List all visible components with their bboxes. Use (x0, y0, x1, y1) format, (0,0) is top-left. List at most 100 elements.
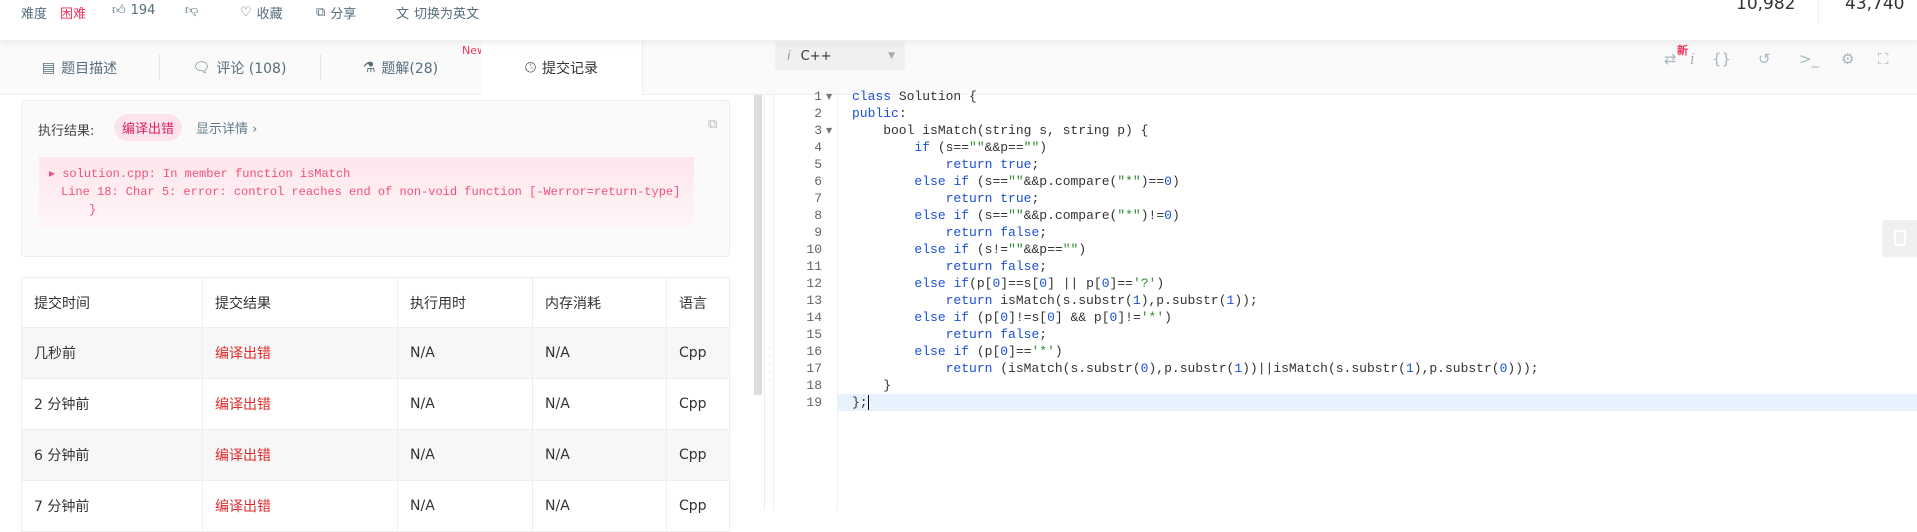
code-line[interactable]: bool isMatch(string s, string p) { (852, 122, 1148, 139)
code-line[interactable]: public: (852, 105, 907, 122)
tab-comments[interactable]: 🗨︎ 评论 (108) (159, 40, 320, 95)
code-line[interactable]: else if (s!=""&&p=="") (852, 241, 1086, 258)
table-row[interactable]: 2 分钟前 编译出错 N/A N/A Cpp (21, 378, 730, 430)
left-tabs: ▤ 题目描述 🗨︎ 评论 (108) ⚗︎ 题解(28) New 🕓︎ 提交记录 (0, 40, 774, 96)
line-number: 16 (806, 344, 822, 359)
scrollbar[interactable] (754, 95, 762, 395)
language-value: C++ (800, 48, 832, 64)
line-number: 17 (806, 361, 822, 376)
code-line[interactable]: return false; (852, 224, 1047, 241)
braces-icon[interactable]: {} (1712, 50, 1731, 68)
editor-toolbar: i C++ ▼ ⇄ 新 i {} ↺ >_ ⚙ ⛶ (774, 40, 1917, 95)
line-number: 3 (814, 123, 822, 138)
line-number: 12 (806, 276, 822, 291)
code-line[interactable]: return false; (852, 258, 1047, 275)
dislike-button[interactable]: 👎︎ (185, 3, 198, 18)
like-button[interactable]: 👍︎ 194 (112, 3, 155, 18)
collect-button[interactable]: ♡ 收藏 (240, 3, 283, 22)
table-row[interactable]: 7 分钟前 编译出错 N/A N/A Cpp (21, 480, 730, 532)
code-line[interactable]: return (isMatch(s.substr(0),p.substr(1))… (852, 360, 1539, 377)
difficulty-label: 难度 (21, 7, 48, 22)
cell-runtime: N/A (397, 378, 533, 430)
cell-result[interactable]: 编译出错 (202, 327, 398, 379)
error-output: ▸ solution.cpp: In member function isMat… (39, 157, 694, 227)
difficulty: 难度 困难 (21, 3, 86, 22)
line-number: 18 (806, 378, 822, 393)
code-line[interactable]: return isMatch(s.substr(1),p.substr(1)); (852, 292, 1258, 309)
cell-memory: N/A (532, 327, 667, 379)
tab-description[interactable]: ▤ 题目描述 (0, 40, 159, 95)
collect-label: 收藏 (256, 7, 283, 22)
console-icon[interactable]: >_ (1799, 50, 1819, 68)
line-number: 19 (806, 395, 822, 410)
cell-time: 6 分钟前 (21, 429, 203, 481)
tab-solutions[interactable]: ⚗︎ 题解(28) New (320, 40, 486, 95)
submissions-table: 提交时间 提交结果 执行用时 内存消耗 语言 几秒前 编译出错 N/A N/A Cpp … (21, 277, 730, 532)
cell-language: Cpp (666, 429, 730, 481)
divider (1818, 0, 1819, 24)
fold-arrow-icon[interactable]: ▼ (826, 122, 832, 139)
table-row[interactable]: 几秒前 编译出错 N/A N/A Cpp (21, 327, 730, 379)
status-badge: 编译出错 (114, 114, 183, 141)
line-number: 11 (806, 259, 822, 274)
switch-language-button[interactable]: 文切换为英文 (396, 3, 479, 22)
code-line[interactable]: }; (852, 394, 868, 411)
line-number: 7 (814, 191, 822, 206)
cell-time: 7 分钟前 (21, 480, 203, 532)
line-number: 9 (814, 225, 822, 240)
cell-time: 2 分钟前 (21, 378, 203, 430)
translate-icon: 文 (396, 7, 410, 22)
new-badge: 新 (1677, 44, 1688, 57)
info-icon: i (787, 48, 791, 64)
code-line[interactable]: return true; (852, 156, 1040, 173)
code-line[interactable]: } (852, 377, 891, 394)
cell-result[interactable]: 编译出错 (202, 429, 398, 481)
side-panel-button[interactable] (1882, 220, 1917, 257)
copy-icon[interactable]: ⧉ (708, 117, 717, 132)
code-line[interactable]: else if(p[0]==s[0] || p[0]=='?') (852, 275, 1164, 292)
like-count: 194 (130, 3, 156, 18)
info-icon[interactable]: i (1690, 50, 1695, 68)
error-line: } (89, 203, 97, 217)
code-line[interactable]: else if (s==""&&p.compare("*")!=0) (852, 207, 1179, 224)
heart-icon: ♡ (240, 5, 252, 20)
line-number: 6 (814, 174, 822, 189)
code-line[interactable]: if (s==""&&p=="") (852, 139, 1047, 156)
panel-resize-handle[interactable]: · · · · · (764, 95, 774, 510)
thumbs-down-icon: 👎︎ (185, 3, 199, 18)
text-cursor (868, 395, 869, 410)
cell-result[interactable]: 编译出错 (202, 480, 398, 532)
code-line[interactable]: else if (p[0]=='*') (852, 343, 1062, 360)
fold-arrow-icon[interactable]: ▼ (826, 88, 832, 105)
fullscreen-icon[interactable]: ⛶ (1878, 50, 1889, 68)
show-details-link[interactable]: 显示详情 › (196, 118, 257, 137)
column-header: 执行用时 (397, 277, 533, 328)
language-select[interactable]: i C++ ▼ (775, 42, 905, 70)
top-bar: 难度 困难 👍︎ 194 👎︎ ♡ 收藏 ⧉ 分享 文切换为英文 10,982 43,7… (0, 0, 1917, 40)
share-button[interactable]: ⧉ 分享 (316, 3, 356, 22)
cell-result[interactable]: 编译出错 (202, 378, 398, 430)
code-line[interactable]: class Solution { (852, 88, 977, 105)
share-label: 分享 (330, 7, 357, 22)
caret-right-icon[interactable]: ▸ (49, 167, 62, 181)
column-header: 提交结果 (202, 277, 398, 328)
line-number: 15 (806, 327, 822, 342)
column-header: 内存消耗 (532, 277, 667, 328)
settings-icon[interactable]: ⚙ (1841, 50, 1854, 68)
chevron-down-icon: ▼ (888, 51, 895, 61)
column-header: 提交时间 (21, 277, 203, 328)
code-line[interactable]: return true; (852, 190, 1040, 207)
compare-icon[interactable]: ⇄ (1664, 50, 1677, 68)
tab-submissions[interactable]: 🕓︎ 提交记录 (481, 40, 643, 96)
cell-language: Cpp (666, 327, 730, 379)
cell-runtime: N/A (397, 480, 533, 532)
stat-submissions: 43,740 (1845, 0, 1905, 14)
tab-label: 题解(28) (381, 60, 439, 77)
table-row[interactable]: 6 分钟前 编译出错 N/A N/A Cpp (21, 429, 730, 481)
code-line[interactable]: return false; (852, 326, 1047, 343)
clock-icon: 🕓︎ (524, 60, 537, 76)
tab-label: 题目描述 (61, 60, 118, 77)
code-line[interactable]: else if (s==""&&p.compare("*")==0) (852, 173, 1179, 190)
code-line[interactable]: else if (p[0]!=s[0] && p[0]!='*') (852, 309, 1172, 326)
reset-icon[interactable]: ↺ (1758, 50, 1771, 68)
